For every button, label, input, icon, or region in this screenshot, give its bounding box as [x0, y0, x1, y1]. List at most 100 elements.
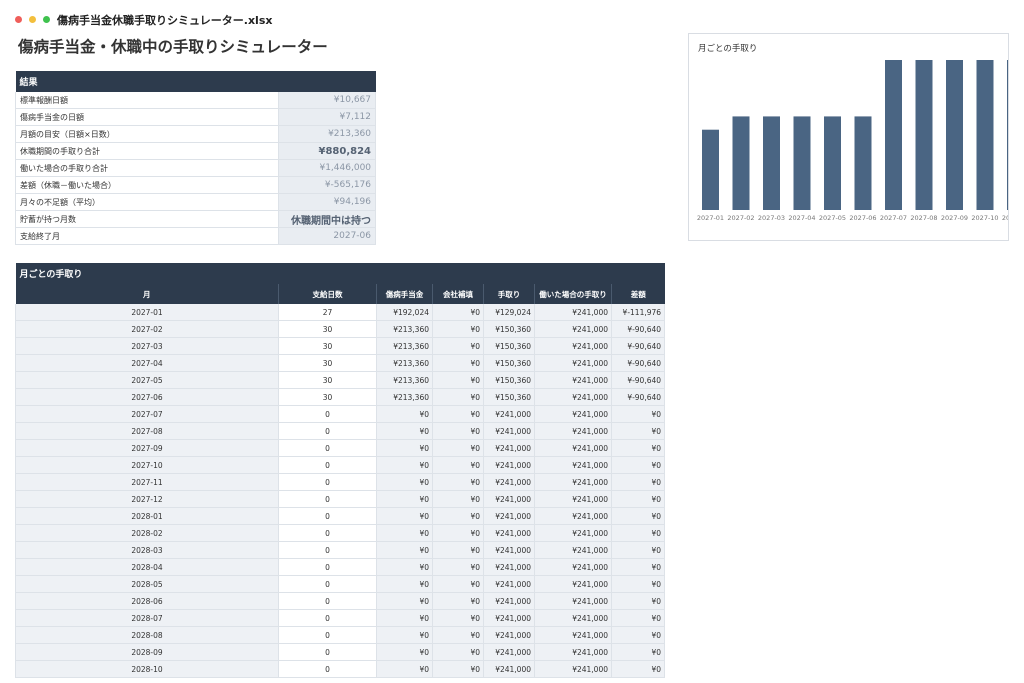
- table-cell[interactable]: ¥0: [432, 592, 484, 610]
- result-label[interactable]: 働いた場合の手取り合計: [15, 159, 279, 177]
- maximize-window-button[interactable]: [43, 16, 50, 23]
- result-label[interactable]: 月額の目安（日額×日数）: [15, 125, 279, 143]
- table-cell[interactable]: 2028-04: [15, 558, 279, 576]
- table-cell[interactable]: ¥241,000: [534, 592, 612, 610]
- table-cell[interactable]: ¥241,000: [483, 609, 535, 627]
- table-cell[interactable]: ¥213,360: [376, 337, 433, 355]
- table-cell[interactable]: ¥241,000: [534, 524, 612, 542]
- table-cell[interactable]: ¥150,360: [483, 371, 535, 389]
- table-cell[interactable]: ¥241,000: [483, 473, 535, 491]
- table-cell[interactable]: ¥0: [432, 320, 484, 338]
- table-cell[interactable]: 30: [278, 337, 377, 355]
- table-cell[interactable]: ¥0: [376, 626, 433, 644]
- table-cell[interactable]: 2028-03: [15, 541, 279, 559]
- table-cell[interactable]: ¥241,000: [534, 643, 612, 661]
- table-cell[interactable]: ¥241,000: [483, 575, 535, 593]
- table-cell[interactable]: 2027-09: [15, 439, 279, 457]
- table-cell[interactable]: 2028-10: [15, 660, 279, 678]
- table-cell[interactable]: ¥-111,976: [610, 304, 666, 321]
- table-cell[interactable]: ¥0: [376, 643, 433, 661]
- table-cell[interactable]: ¥0: [432, 354, 484, 372]
- table-cell[interactable]: ¥241,000: [534, 507, 612, 525]
- table-cell[interactable]: ¥213,360: [376, 354, 433, 372]
- table-cell[interactable]: ¥0: [376, 456, 433, 474]
- table-cell[interactable]: ¥241,000: [483, 422, 535, 440]
- table-cell[interactable]: ¥0: [432, 405, 484, 423]
- table-cell[interactable]: 0: [278, 473, 377, 491]
- table-cell[interactable]: ¥0: [432, 626, 484, 644]
- table-cell[interactable]: ¥241,000: [534, 609, 612, 627]
- table-cell[interactable]: ¥0: [432, 439, 484, 457]
- result-label[interactable]: 標準報酬日額: [15, 92, 279, 109]
- table-cell[interactable]: ¥241,000: [483, 660, 535, 678]
- table-cell[interactable]: 0: [278, 524, 377, 542]
- table-cell[interactable]: ¥0: [432, 643, 484, 661]
- table-cell[interactable]: 2028-06: [15, 592, 279, 610]
- table-cell[interactable]: 2027-07: [15, 405, 279, 423]
- minimize-window-button[interactable]: [29, 16, 36, 23]
- table-cell[interactable]: 30: [278, 371, 377, 389]
- table-cell[interactable]: ¥150,360: [483, 354, 535, 372]
- table-cell[interactable]: 2028-05: [15, 575, 279, 593]
- table-cell[interactable]: ¥0: [376, 405, 433, 423]
- close-window-button[interactable]: [15, 16, 22, 23]
- table-cell[interactable]: ¥241,000: [534, 304, 612, 321]
- table-cell[interactable]: ¥0: [610, 490, 666, 508]
- table-cell[interactable]: ¥241,000: [534, 575, 612, 593]
- table-cell[interactable]: ¥0: [376, 575, 433, 593]
- table-cell[interactable]: ¥241,000: [483, 507, 535, 525]
- table-cell[interactable]: ¥241,000: [534, 490, 612, 508]
- table-cell[interactable]: ¥241,000: [534, 422, 612, 440]
- column-header[interactable]: 会社補填: [432, 284, 484, 304]
- result-value[interactable]: ¥10,667: [278, 92, 377, 109]
- table-cell[interactable]: ¥0: [432, 371, 484, 389]
- result-label[interactable]: 月々の不足額（平均）: [15, 193, 279, 211]
- table-cell[interactable]: ¥241,000: [483, 524, 535, 542]
- table-cell[interactable]: 2027-08: [15, 422, 279, 440]
- table-cell[interactable]: ¥-90,640: [610, 320, 666, 338]
- table-cell[interactable]: ¥241,000: [534, 320, 612, 338]
- table-cell[interactable]: ¥0: [376, 524, 433, 542]
- table-cell[interactable]: ¥241,000: [483, 490, 535, 508]
- table-cell[interactable]: 2027-06: [15, 388, 279, 406]
- table-cell[interactable]: 30: [278, 320, 377, 338]
- result-value[interactable]: ¥880,824: [278, 142, 377, 160]
- table-cell[interactable]: ¥0: [376, 558, 433, 576]
- result-value[interactable]: ¥94,196: [278, 193, 377, 211]
- table-cell[interactable]: 0: [278, 558, 377, 576]
- table-cell[interactable]: 2027-11: [15, 473, 279, 491]
- table-cell[interactable]: ¥0: [432, 507, 484, 525]
- table-cell[interactable]: ¥241,000: [534, 388, 612, 406]
- result-value[interactable]: ¥-565,176: [278, 176, 377, 194]
- table-cell[interactable]: ¥241,000: [483, 558, 535, 576]
- table-cell[interactable]: 2027-12: [15, 490, 279, 508]
- column-header[interactable]: 手取り: [483, 284, 535, 304]
- table-cell[interactable]: 0: [278, 575, 377, 593]
- table-cell[interactable]: ¥213,360: [376, 371, 433, 389]
- table-cell[interactable]: 2028-02: [15, 524, 279, 542]
- table-cell[interactable]: ¥0: [376, 609, 433, 627]
- table-cell[interactable]: ¥241,000: [534, 354, 612, 372]
- table-cell[interactable]: ¥0: [432, 337, 484, 355]
- table-cell[interactable]: ¥241,000: [534, 626, 612, 644]
- table-cell[interactable]: 30: [278, 388, 377, 406]
- table-cell[interactable]: ¥241,000: [483, 439, 535, 457]
- table-cell[interactable]: ¥241,000: [534, 405, 612, 423]
- table-cell[interactable]: ¥241,000: [483, 626, 535, 644]
- table-cell[interactable]: ¥0: [610, 609, 666, 627]
- table-cell[interactable]: ¥241,000: [534, 337, 612, 355]
- table-cell[interactable]: 2028-07: [15, 609, 279, 627]
- table-cell[interactable]: 0: [278, 660, 377, 678]
- table-cell[interactable]: ¥0: [432, 456, 484, 474]
- table-cell[interactable]: ¥0: [432, 541, 484, 559]
- table-cell[interactable]: ¥0: [376, 473, 433, 491]
- table-cell[interactable]: ¥192,024: [376, 304, 433, 321]
- table-cell[interactable]: 0: [278, 439, 377, 457]
- table-cell[interactable]: 0: [278, 507, 377, 525]
- table-cell[interactable]: ¥150,360: [483, 320, 535, 338]
- table-cell[interactable]: ¥-90,640: [610, 371, 666, 389]
- table-cell[interactable]: ¥0: [610, 507, 666, 525]
- table-cell[interactable]: ¥241,000: [483, 592, 535, 610]
- table-cell[interactable]: 2027-03: [15, 337, 279, 355]
- table-cell[interactable]: ¥0: [376, 660, 433, 678]
